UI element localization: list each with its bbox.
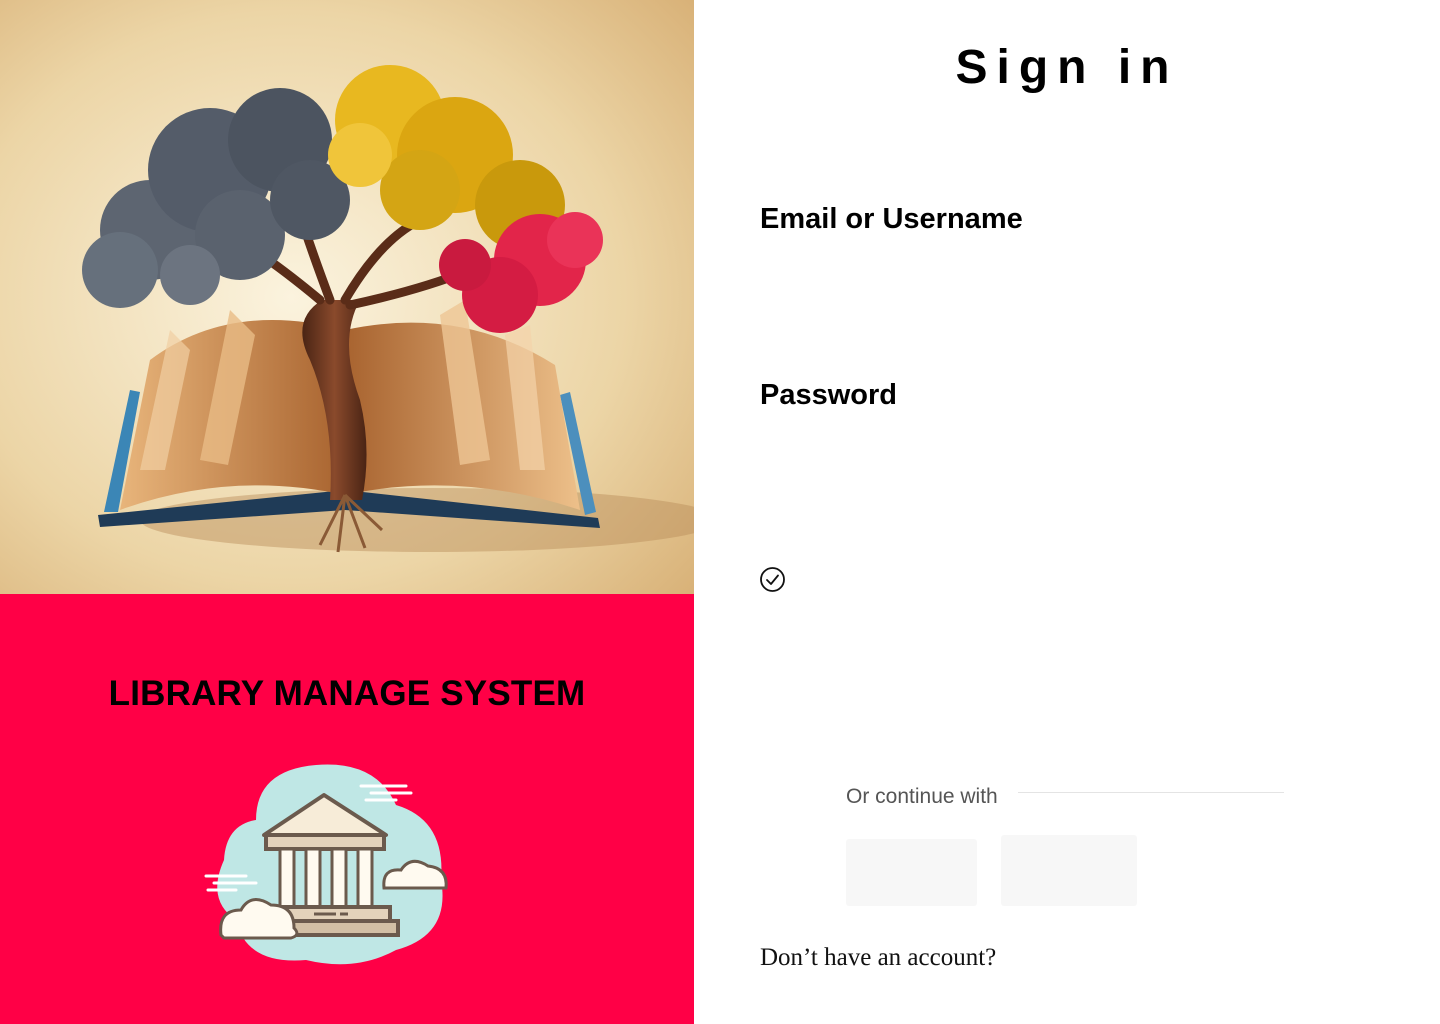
social-login-button-2[interactable] (1001, 835, 1137, 906)
hero-image (0, 0, 694, 594)
password-field[interactable] (760, 428, 1358, 472)
signup-prompt[interactable]: Don’t have an account? (760, 944, 996, 972)
signin-panel: Sign in Email or Username Password Or co… (694, 0, 1440, 1024)
page-title: Sign in (955, 41, 1179, 94)
divider-text: Or continue with (846, 785, 998, 808)
email-field[interactable] (760, 252, 1358, 296)
email-label: Email or Username (760, 203, 1023, 235)
book-tree-illustration (0, 0, 694, 594)
social-login-button-1[interactable] (846, 839, 977, 906)
brand-title: LIBRARY MANAGE SYSTEM (108, 674, 586, 713)
left-panel: LIBRARY MANAGE SYSTEM (0, 0, 694, 1024)
library-building-icon (204, 764, 448, 965)
password-label: Password (760, 379, 897, 411)
divider-line (1018, 792, 1284, 793)
check-circle-icon[interactable] (759, 566, 786, 593)
